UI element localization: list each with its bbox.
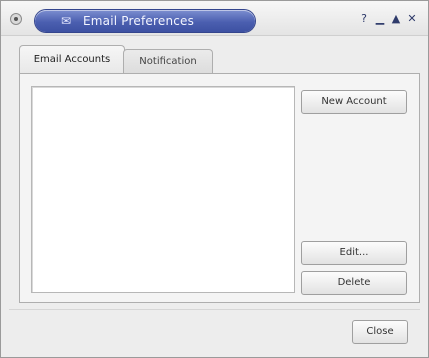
close-icon[interactable]: ✕ [406, 13, 418, 25]
minimize-icon[interactable]: ▁ [374, 13, 386, 25]
window-title: Email Preferences [83, 14, 195, 28]
close-button[interactable]: Close [352, 320, 408, 344]
window-menu-icon[interactable] [10, 13, 22, 25]
help-icon[interactable]: ? [358, 13, 370, 25]
divider [9, 309, 420, 310]
tab-notification[interactable]: Notification [123, 49, 213, 74]
tab-panel-email-accounts: New Account Edit... Delete [19, 73, 420, 303]
new-account-button[interactable]: New Account [301, 90, 407, 114]
edit-button[interactable]: Edit... [301, 241, 407, 265]
title-pill[interactable]: ✉ Email Preferences [35, 10, 255, 32]
app-icon: ✉ [60, 14, 72, 28]
email-preferences-window: ✉ Email Preferences ? ▁ ▲ ✕ Email Accoun… [0, 0, 429, 358]
maximize-icon[interactable]: ▲ [390, 13, 402, 25]
account-list[interactable] [31, 86, 295, 293]
delete-button[interactable]: Delete [301, 271, 407, 295]
title-bar[interactable]: ✉ Email Preferences ? ▁ ▲ ✕ [1, 1, 428, 36]
tab-email-accounts[interactable]: Email Accounts [19, 45, 125, 74]
